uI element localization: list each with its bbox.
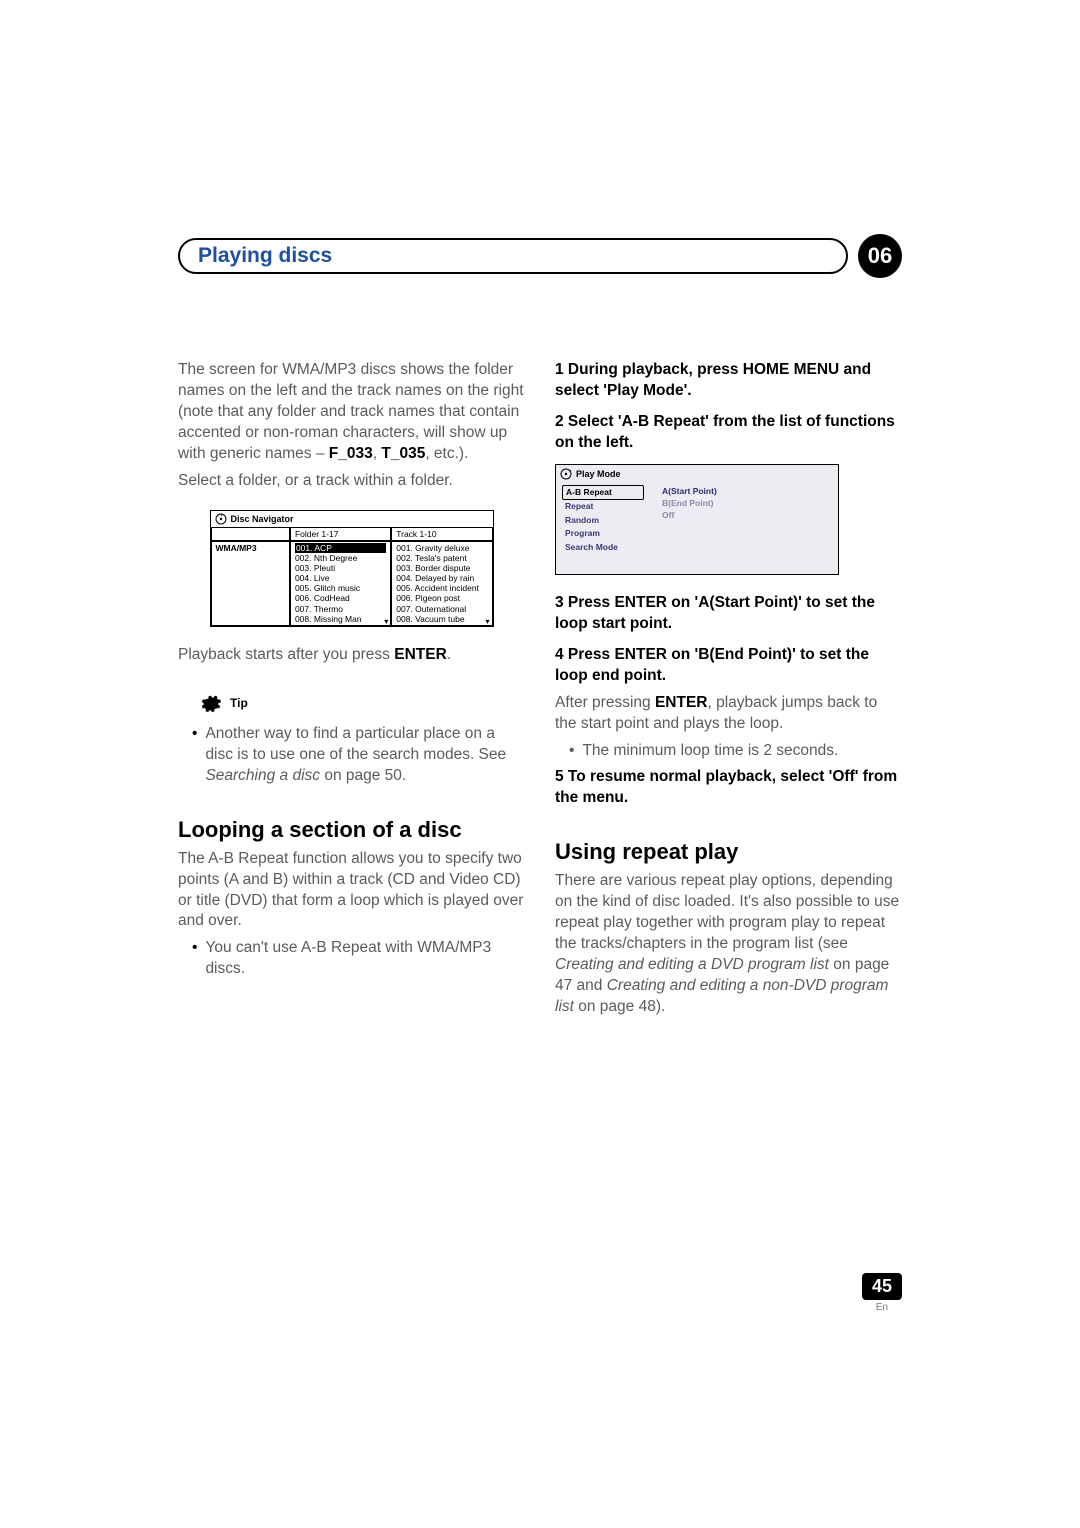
disc-navigator-panel: Disc Navigator Folder 1-17 Track 1-10 WM…: [210, 510, 494, 628]
page-number: 45: [862, 1273, 902, 1300]
disc-nav-track-list: 001. Gravity deluxe 002. Tesla's patent …: [391, 541, 492, 627]
list-item: Search Mode: [562, 541, 644, 554]
repeat-paragraph: There are various repeat play options, d…: [555, 871, 902, 1017]
list-item: B(End Point): [662, 497, 717, 509]
intro-paragraph: The screen for WMA/MP3 discs shows the f…: [178, 360, 525, 465]
disc-nav-folder-header: Folder 1-17: [290, 527, 391, 541]
playback-line: Playback starts after you press ENTER.: [178, 645, 525, 666]
looping-bullet-text: You can't use A-B Repeat with WMA/MP3 di…: [205, 938, 525, 980]
list-item: 007. Thermo: [295, 604, 343, 614]
bullet-dot: •: [192, 724, 197, 787]
page-content: Playing discs 06 The screen for WMA/MP3 …: [178, 234, 902, 1022]
list-item: Repeat: [562, 500, 644, 513]
step-4: 4 Press ENTER on 'B(End Point)' to set t…: [555, 645, 902, 687]
list-item: 006. Pigeon post: [396, 593, 460, 603]
bullet-dot: •: [192, 938, 197, 980]
list-item: 004. Live: [295, 573, 330, 583]
list-item: Off: [662, 509, 717, 521]
list-item: 003. Pleuti: [295, 563, 335, 573]
disc-nav-left-header: [211, 527, 290, 541]
min-loop-text: The minimum loop time is 2 seconds.: [582, 741, 838, 762]
disc-navigator-header: Disc Navigator: [211, 511, 493, 527]
scroll-down-icon: ▾: [486, 617, 490, 627]
list-item: Program: [562, 527, 644, 540]
list-item: 005. Accident incident: [396, 583, 479, 593]
list-item: 001. ACP: [295, 543, 386, 553]
looping-bullet: • You can't use A-B Repeat with WMA/MP3 …: [192, 938, 525, 980]
disc-nav-track-header: Track 1-10: [391, 527, 492, 541]
list-item: Random: [562, 514, 644, 527]
list-item: 008. Vacuum tube: [396, 614, 464, 624]
list-item: 008. Missing Man: [295, 614, 362, 624]
disc-nav-header-row: Folder 1-17 Track 1-10: [211, 527, 493, 541]
disc-nav-type-cell: WMA/MP3: [211, 541, 290, 627]
looping-paragraph: The A-B Repeat function allows you to sp…: [178, 849, 525, 933]
list-item: A-B Repeat: [562, 485, 644, 500]
list-item: 007. Outernational: [396, 604, 466, 614]
disc-nav-folder-list: 001. ACP 002. Nth Degree 003. Pleuti 004…: [290, 541, 391, 627]
play-mode-left-list: A-B Repeat Repeat Random Program Search …: [562, 485, 644, 554]
list-item: 005. Glitch music: [295, 583, 360, 593]
play-mode-right-list: A(Start Point) B(End Point) Off: [662, 485, 717, 554]
after-enter-paragraph: After pressing ENTER, playback jumps bac…: [555, 693, 902, 735]
list-item: A(Start Point): [662, 485, 717, 497]
right-column: 1 During playback, press HOME MENU and s…: [555, 360, 902, 1022]
page-number-badge: 45 En: [862, 1273, 902, 1313]
list-item: 002. Tesla's patent: [396, 553, 466, 563]
tip-label: Tip: [230, 696, 248, 710]
left-column: The screen for WMA/MP3 discs shows the f…: [178, 360, 525, 1022]
section-heading-repeat: Using repeat play: [555, 839, 902, 865]
gear-icon: [200, 692, 222, 714]
step-1: 1 During playback, press HOME MENU and s…: [555, 360, 902, 402]
list-item: 003. Border dispute: [396, 563, 470, 573]
disc-nav-body: WMA/MP3 001. ACP 002. Nth Degree 003. Pl…: [211, 541, 493, 627]
chapter-pill: Playing discs: [178, 238, 848, 274]
tip-text: Another way to find a particular place o…: [205, 724, 525, 787]
chapter-number: 06: [868, 243, 892, 269]
play-mode-panel: Play Mode A-B Repeat Repeat Random Progr…: [555, 464, 839, 575]
play-mode-body: A-B Repeat Repeat Random Program Search …: [556, 483, 838, 556]
chapter-number-badge: 06: [858, 234, 902, 278]
step-5: 5 To resume normal playback, select 'Off…: [555, 767, 902, 809]
page-language: En: [862, 1302, 902, 1313]
list-item: 002. Nth Degree: [295, 553, 357, 563]
tip-header: Tip: [200, 692, 525, 714]
two-column-layout: The screen for WMA/MP3 discs shows the f…: [178, 360, 902, 1022]
min-loop-bullet: • The minimum loop time is 2 seconds.: [569, 741, 902, 762]
bullet-dot: •: [569, 741, 574, 762]
list-item: 004. Delayed by rain: [396, 573, 474, 583]
disc-icon: [560, 468, 572, 480]
chapter-header: Playing discs 06: [178, 234, 902, 278]
play-mode-header: Play Mode: [556, 465, 838, 483]
step-2: 2 Select 'A-B Repeat' from the list of f…: [555, 412, 902, 454]
tip-bullet: • Another way to find a particular place…: [192, 724, 525, 787]
step-3: 3 Press ENTER on 'A(Start Point)' to set…: [555, 593, 902, 635]
chapter-title: Playing discs: [198, 244, 332, 268]
select-line: Select a folder, or a track within a fol…: [178, 471, 525, 492]
section-heading-looping: Looping a section of a disc: [178, 817, 525, 843]
list-item: 001. Gravity deluxe: [396, 543, 469, 553]
scroll-down-icon: ▾: [384, 617, 388, 627]
disc-icon: [215, 513, 227, 525]
disc-navigator-title: Disc Navigator: [231, 514, 294, 524]
list-item: 006. CodHead: [295, 593, 350, 603]
play-mode-title: Play Mode: [576, 469, 621, 479]
